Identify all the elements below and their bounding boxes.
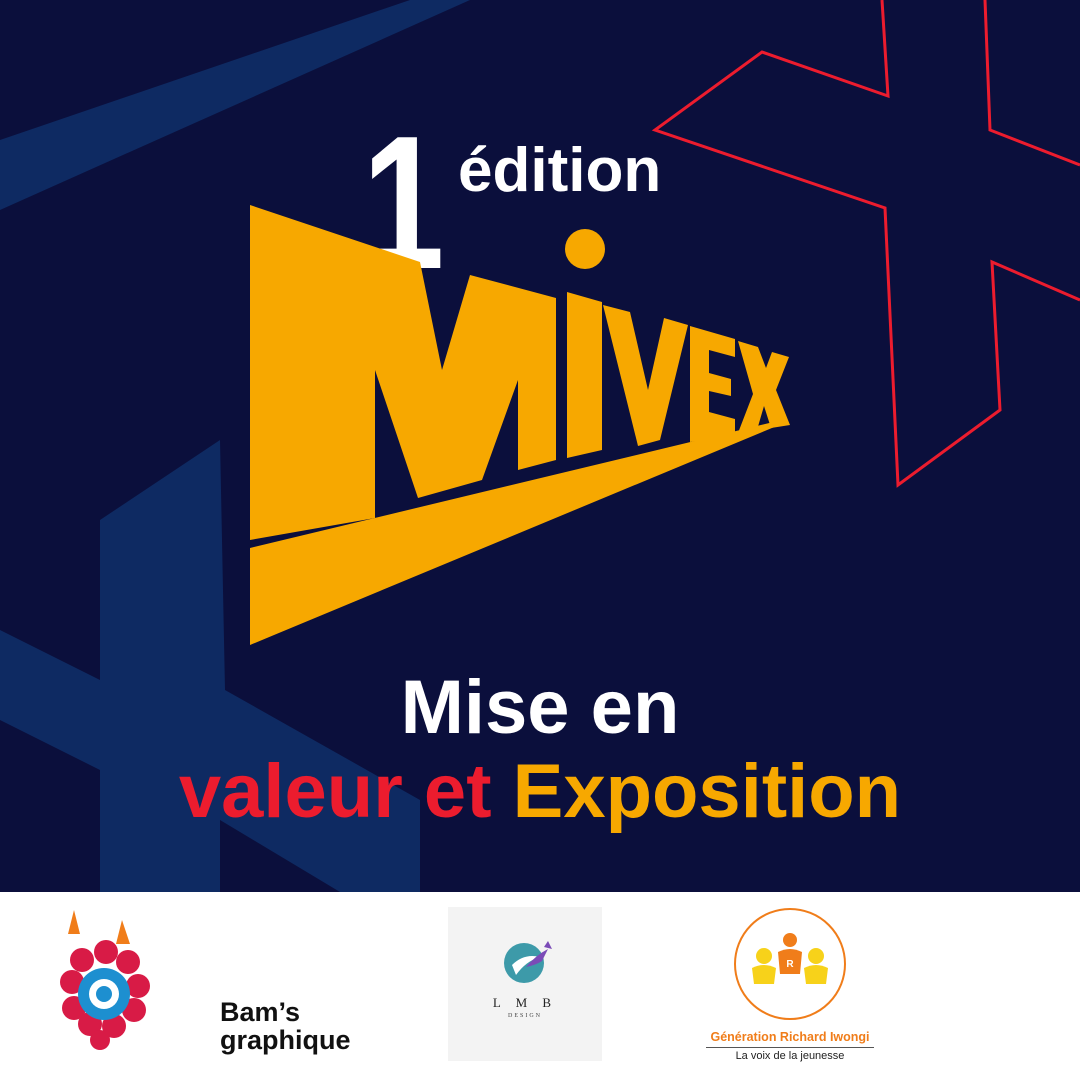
gri-slogan: La voix de la jeunesse <box>735 1050 845 1062</box>
mivex-letter-i-dot <box>565 229 605 269</box>
svg-text:R: R <box>786 959 794 970</box>
tagline-line-2: valeur et Exposition <box>0 750 1080 834</box>
gri-divider <box>706 1047 874 1048</box>
mivex-letter-e <box>690 326 735 442</box>
sponsor-bams-graphique: Bam’s graphique <box>60 910 351 1060</box>
mivex-letter-i-stem <box>567 292 602 458</box>
tagline-line-1: Mise en <box>400 665 680 750</box>
bams-line-1: Bam’s <box>220 997 301 1027</box>
lmb-subtitle: DESIGN <box>508 1013 542 1019</box>
mivex-letter-x <box>738 341 790 433</box>
generation-richard-iwongi-logo-icon: R <box>734 908 846 1020</box>
bams-graphique-logo-icon <box>60 910 150 1050</box>
mivex-letter-v <box>603 305 688 446</box>
gri-name: Génération Richard Iwongi <box>710 1030 870 1044</box>
bams-line-2: graphique <box>220 1025 351 1056</box>
lmb-design-logo-icon <box>504 941 552 983</box>
sponsor-footer: Bam’s graphique L M B DESIGN R Génératio… <box>0 892 1080 1080</box>
sponsor-lmb-design: L M B DESIGN <box>448 907 602 1061</box>
bams-graphique-wordmark: Bam’s graphique <box>220 998 351 1055</box>
tagline-part-red: valeur et <box>178 749 492 834</box>
lmb-wordmark: L M B <box>492 995 558 1010</box>
sponsor-generation-richard-iwongi: R Génération Richard Iwongi La voix de l… <box>700 902 880 1072</box>
tagline-part-gold: Exposition <box>512 749 902 834</box>
event-poster: 1 édition Mise en valeur et Exposition <box>0 0 1080 892</box>
